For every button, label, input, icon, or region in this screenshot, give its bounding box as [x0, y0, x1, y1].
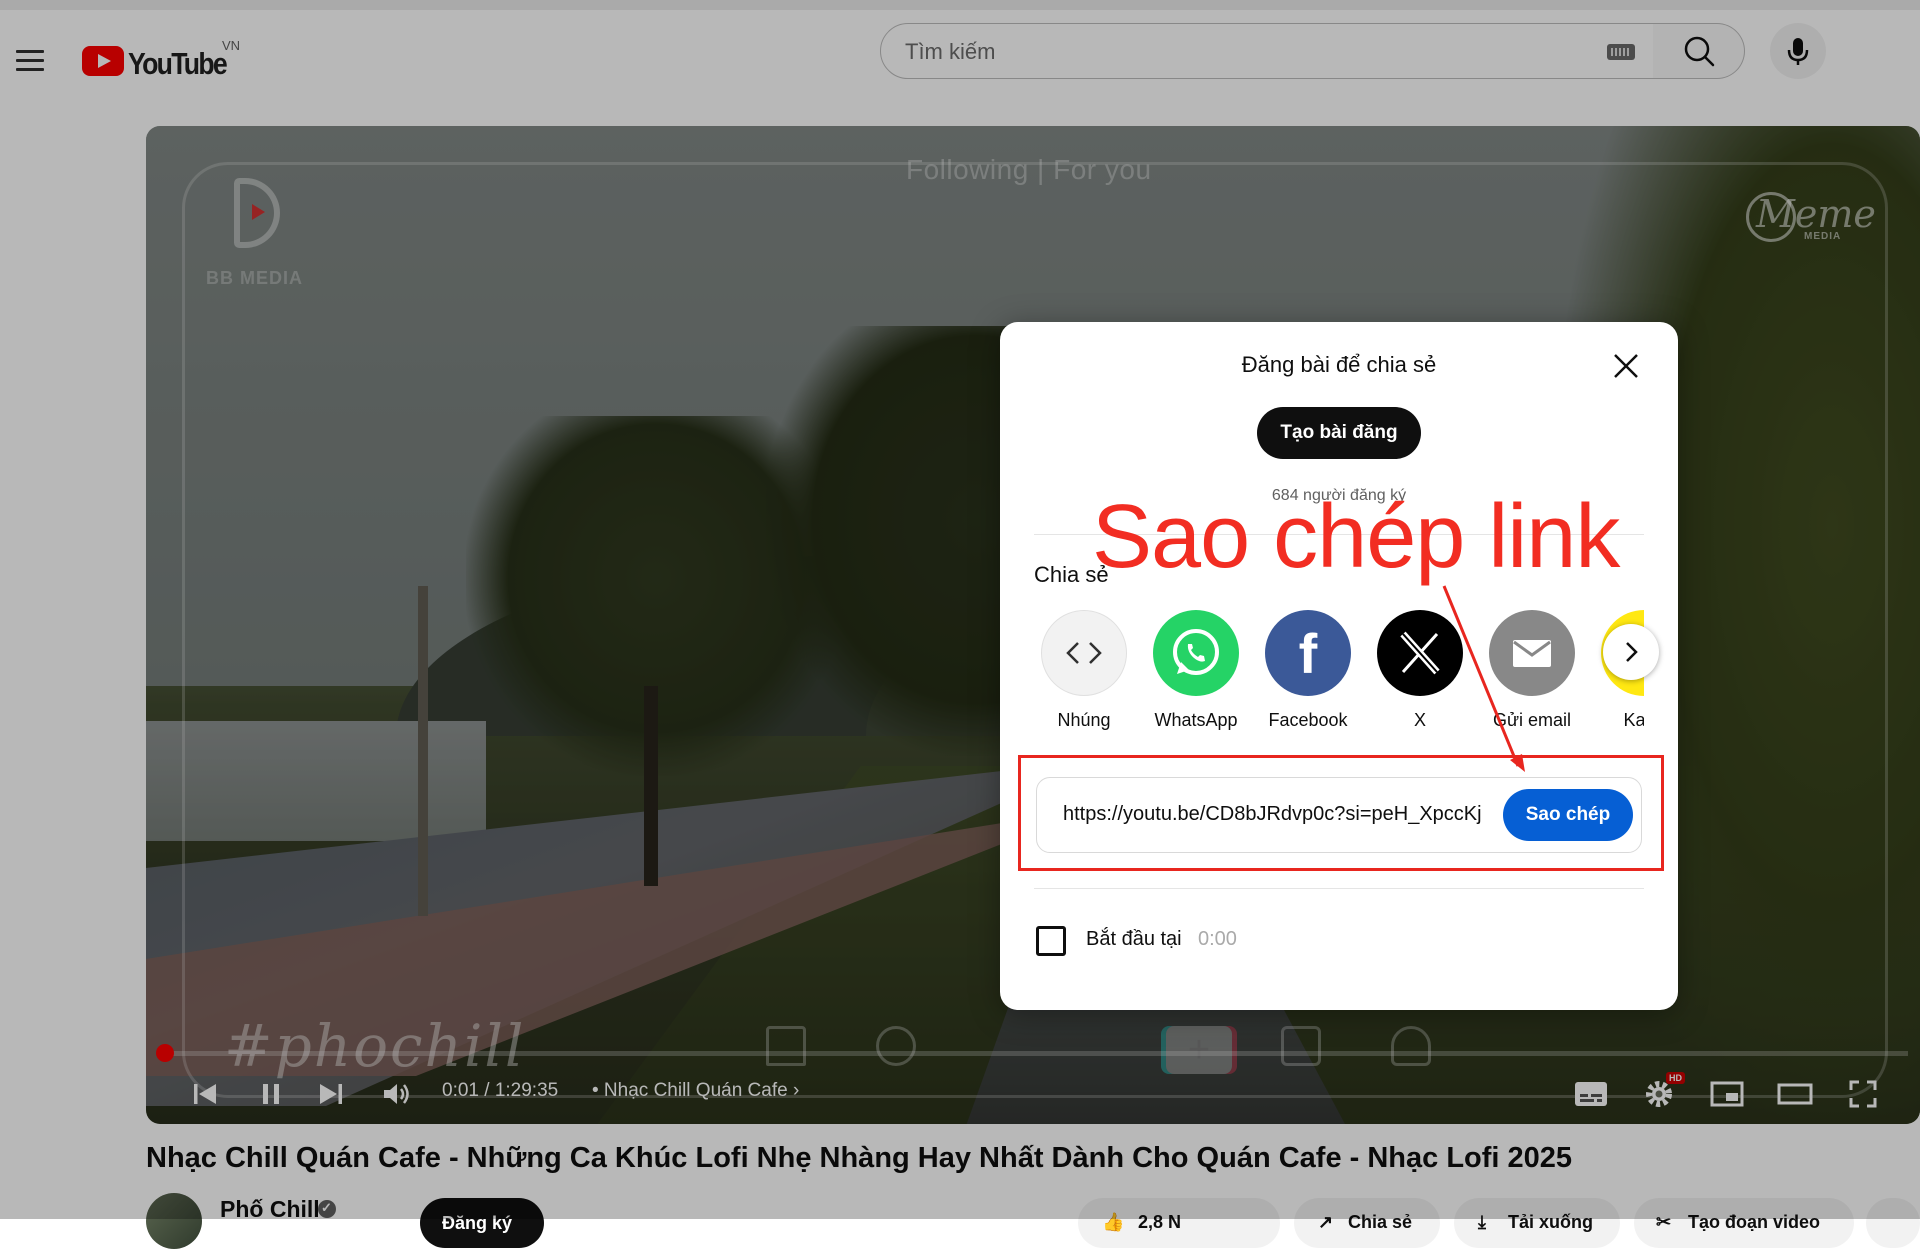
dialog-title: Đăng bài để chia sẻ	[1241, 352, 1437, 377]
divider	[1034, 888, 1644, 889]
share-target-embed[interactable]: Nhúng	[1034, 610, 1144, 740]
start-at-label: Bắt đầu tại	[1086, 928, 1182, 950]
start-at-time[interactable]: 0:00	[1198, 928, 1237, 951]
facebook-icon: f	[1265, 610, 1351, 696]
share-next-button[interactable]	[1603, 624, 1659, 680]
close-icon	[1614, 354, 1638, 378]
share-target-facebook[interactable]: f Facebook	[1258, 610, 1368, 740]
svg-text:f: f	[1299, 622, 1318, 685]
chevron-right-icon	[1626, 642, 1638, 662]
annotation-arrow	[1442, 585, 1525, 772]
whatsapp-icon	[1153, 610, 1239, 696]
close-button[interactable]	[1606, 346, 1646, 386]
start-at-checkbox[interactable]	[1036, 926, 1066, 956]
embed-icon	[1041, 610, 1127, 696]
create-post-button[interactable]: Tạo bài đăng	[1257, 407, 1421, 459]
share-target-whatsapp[interactable]: WhatsApp	[1146, 610, 1256, 740]
